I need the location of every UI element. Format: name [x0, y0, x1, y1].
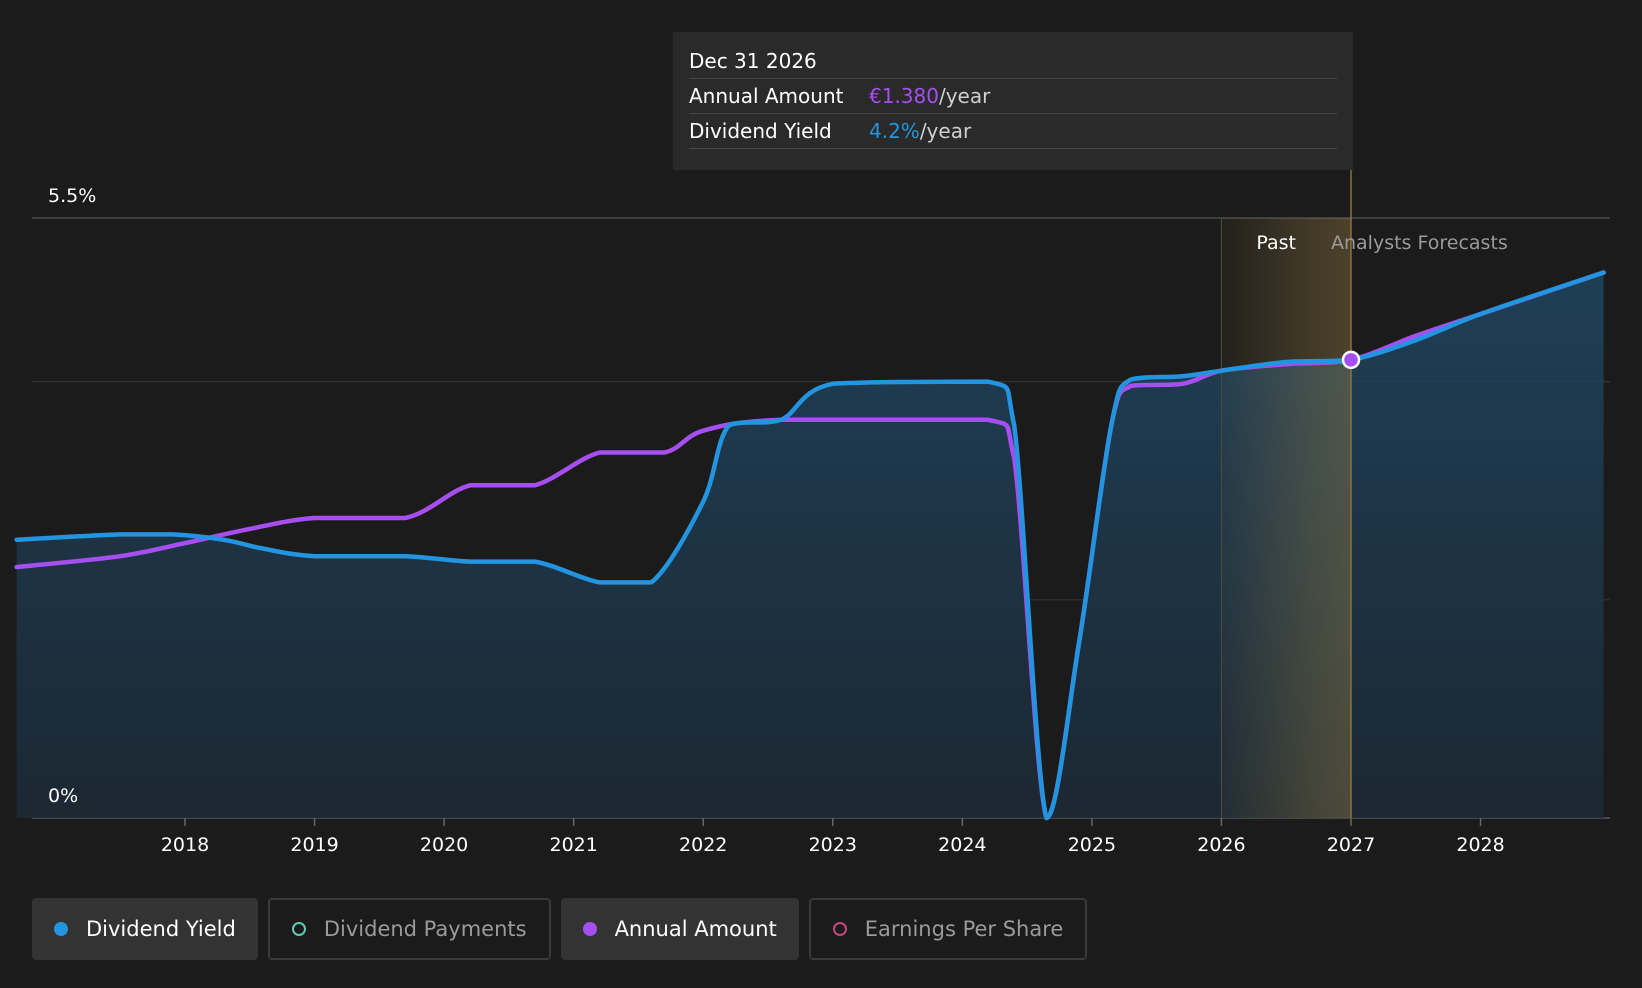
- x-tick-label: 2026: [1197, 834, 1245, 856]
- legend-annual-amount[interactable]: Annual Amount: [560, 898, 799, 960]
- tooltip-row-annual-amount: Annual Amount €1.380 /year: [689, 78, 1337, 113]
- legend-label: Dividend Payments: [323, 917, 527, 941]
- x-tick-label: 2020: [420, 834, 468, 856]
- tooltip-label: Dividend Yield: [689, 119, 832, 143]
- legend-earnings-per-share[interactable]: Earnings Per Share: [808, 898, 1088, 960]
- tooltip-value: €1.380: [869, 84, 939, 108]
- legend-dot-icon: [582, 922, 597, 936]
- legend-dot-icon: [832, 922, 847, 936]
- x-tick-label: 2027: [1327, 834, 1375, 856]
- x-tick-label: 2021: [549, 834, 597, 856]
- tooltip-row-dividend-yield: Dividend Yield 4.2% /year: [689, 113, 1337, 149]
- legend-dividend-payments[interactable]: Dividend Payments: [267, 898, 551, 960]
- highlight-point: [1341, 350, 1361, 370]
- y-tick-label: 5.5%: [48, 185, 96, 207]
- x-tick-label: 2025: [1068, 834, 1116, 856]
- past-region: [1221, 218, 1351, 818]
- tooltip: Dec 31 2026 Annual Amount €1.380 /year D…: [673, 32, 1353, 170]
- legend-dot-icon: [54, 922, 68, 936]
- y-tick-label: 0%: [48, 785, 78, 807]
- tooltip-suffix: /year: [938, 84, 991, 108]
- legend-dividend-yield[interactable]: Dividend Yield: [32, 898, 258, 960]
- tooltip-label: Annual Amount: [689, 84, 844, 108]
- x-tick-label: 2019: [290, 834, 338, 856]
- x-tick-label: 2018: [161, 834, 209, 856]
- tooltip-suffix: /year: [919, 119, 972, 143]
- x-tick-label: 2022: [679, 834, 727, 856]
- past-label: Past: [1256, 232, 1296, 254]
- x-tick-label: 2023: [809, 834, 857, 856]
- x-tick-label: 2028: [1456, 834, 1504, 856]
- tooltip-value: 4.2%: [869, 119, 920, 143]
- legend-dot-icon: [291, 922, 306, 936]
- legend-label: Earnings Per Share: [864, 917, 1064, 941]
- legend-label: Dividend Yield: [86, 917, 236, 941]
- x-tick-label: 2024: [938, 834, 986, 856]
- forecast-label: Analysts Forecasts: [1331, 232, 1508, 254]
- tooltip-date: Dec 31 2026: [689, 49, 817, 73]
- legend-label: Annual Amount: [614, 917, 777, 941]
- legend: Dividend Yield Dividend Payments Annual …: [32, 898, 1088, 960]
